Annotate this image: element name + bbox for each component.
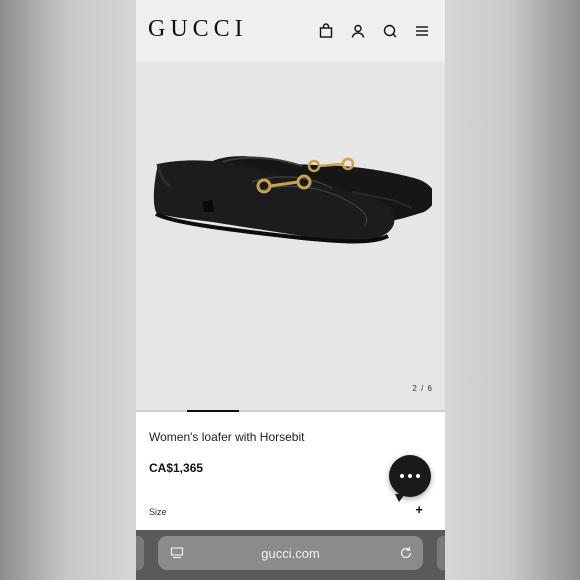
browser-address-bar: gucci.com <box>136 530 445 580</box>
site-header: GUCCI <box>136 0 445 62</box>
url-text: gucci.com <box>261 545 320 561</box>
chat-dot-icon <box>416 474 420 478</box>
page-menu-icon[interactable] <box>170 546 184 560</box>
product-title: Women's loafer with Horsebit <box>149 430 305 444</box>
chat-bubble-button[interactable] <box>389 455 431 502</box>
url-field[interactable]: gucci.com <box>158 536 423 570</box>
product-price: CA$1,365 <box>149 461 204 475</box>
header-icons <box>317 22 431 40</box>
product-image-gallery[interactable]: 2 / 6 <box>136 62 445 410</box>
chat-dot-icon <box>400 474 404 478</box>
chat-dot-icon <box>408 474 412 478</box>
bag-icon[interactable] <box>317 22 335 40</box>
menu-icon[interactable] <box>413 22 431 40</box>
loafer-image <box>153 156 432 244</box>
account-icon[interactable] <box>349 22 367 40</box>
reload-icon[interactable] <box>399 546 413 560</box>
search-icon[interactable] <box>381 22 399 40</box>
next-tab-handle[interactable] <box>437 536 445 570</box>
size-selector-label[interactable]: Size <box>149 507 167 517</box>
previous-tab-handle[interactable] <box>136 536 144 570</box>
phone-screen: GUCCI 2 / 6 Women's loafer with Horsebit… <box>136 0 445 580</box>
image-counter: 2 / 6 <box>412 384 433 393</box>
size-expand-icon[interactable]: + <box>415 502 423 517</box>
brand-logo[interactable]: GUCCI <box>148 16 248 43</box>
